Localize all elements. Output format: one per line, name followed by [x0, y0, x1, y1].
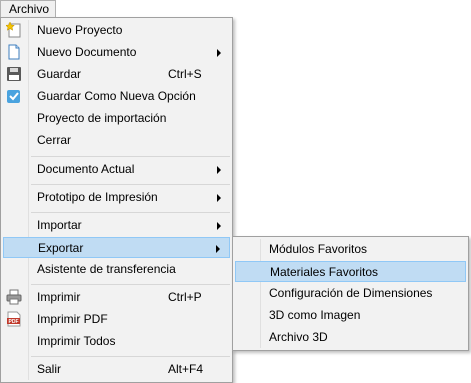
- menu-item-nuevo-proyecto[interactable]: Nuevo Proyecto: [3, 20, 230, 41]
- label-guardar-como: Guardar Como Nueva Opción: [37, 89, 196, 103]
- submenu-arrow-icon: [217, 194, 221, 202]
- pdf-icon: PDF: [7, 311, 21, 327]
- menu-separator: [31, 356, 230, 357]
- menu-item-importar[interactable]: Importar: [3, 215, 230, 236]
- label-asistente: Asistente de transferencia: [37, 262, 176, 276]
- label-imprimir-todos: Imprimir Todos: [37, 334, 116, 348]
- submenu-item-archivo-3d[interactable]: Archivo 3D: [235, 327, 466, 348]
- menu-item-nuevo-documento[interactable]: Nuevo Documento: [3, 42, 230, 63]
- new-project-star-icon: [6, 22, 21, 38]
- label-salir: Salir: [37, 362, 62, 376]
- label-imprimir: Imprimir: [37, 290, 81, 304]
- menu-bar: Archivo: [0, 0, 471, 18]
- menu-item-guardar[interactable]: Guardar Ctrl+S: [3, 64, 230, 85]
- label-configuracion-dimensiones: Configuración de Dimensiones: [269, 286, 433, 300]
- menu-item-documento-actual[interactable]: Documento Actual: [3, 159, 230, 180]
- label-proyecto-importacion: Proyecto de importación: [37, 111, 167, 125]
- submenu-item-materiales-favoritos[interactable]: Materiales Favoritos: [235, 261, 466, 282]
- shortcut-guardar: Ctrl+S: [168, 67, 202, 81]
- menu-item-salir[interactable]: Salir Alt+F4: [3, 359, 230, 380]
- shortcut-imprimir: Ctrl+P: [168, 290, 202, 304]
- menu-separator: [31, 212, 230, 213]
- menu-item-proyecto-importacion[interactable]: Proyecto de importación: [3, 108, 230, 129]
- label-guardar: Guardar: [37, 67, 82, 81]
- menu-item-imprimir-pdf[interactable]: PDF Imprimir PDF: [3, 309, 230, 330]
- submenu-item-configuracion-dimensiones[interactable]: Configuración de Dimensiones: [235, 283, 466, 304]
- menu-item-prototipo-impresion[interactable]: Prototipo de Impresión: [3, 187, 230, 208]
- submenu-arrow-icon: [217, 49, 221, 57]
- label-archivo-3d: Archivo 3D: [269, 330, 328, 344]
- floppy-disk-icon: [7, 67, 21, 81]
- submenu-arrow-icon: [216, 245, 220, 253]
- label-3d-imagen: 3D como Imagen: [269, 308, 361, 322]
- menu-separator: [31, 284, 230, 285]
- menu-item-exportar[interactable]: Exportar: [3, 237, 230, 258]
- shortcut-salir: Alt+F4: [168, 362, 204, 376]
- submenu-item-3d-imagen[interactable]: 3D como Imagen: [235, 305, 466, 326]
- label-prototipo-impresion: Prototipo de Impresión: [37, 190, 158, 204]
- save-as-check-icon: [7, 90, 20, 103]
- submenu-arrow-icon: [217, 222, 221, 230]
- menu-separator: [31, 156, 230, 157]
- menu-archivo[interactable]: Archivo: [0, 0, 56, 18]
- submenu-arrow-icon: [217, 166, 221, 174]
- menu-separator: [31, 184, 230, 185]
- label-nuevo-proyecto: Nuevo Proyecto: [37, 23, 123, 37]
- new-document-icon: [8, 44, 20, 60]
- menu-item-imprimir-todos[interactable]: Imprimir Todos: [3, 331, 230, 352]
- printer-icon: [6, 289, 22, 305]
- label-materiales-favoritos: Materiales Favoritos: [270, 265, 379, 279]
- label-importar: Importar: [37, 218, 82, 232]
- submenu-item-modulos-favoritos[interactable]: Módulos Favoritos: [235, 239, 466, 260]
- label-cerrar: Cerrar: [37, 133, 72, 147]
- archivo-menu: Nuevo Proyecto Nuevo Documento Guardar C…: [0, 17, 233, 383]
- menu-item-imprimir[interactable]: Imprimir Ctrl+P: [3, 287, 230, 308]
- label-modulos-favoritos: Módulos Favoritos: [269, 242, 368, 256]
- svg-text:PDF: PDF: [9, 319, 19, 325]
- label-exportar: Exportar: [38, 241, 84, 255]
- label-documento-actual: Documento Actual: [37, 162, 135, 176]
- menu-item-guardar-como[interactable]: Guardar Como Nueva Opción: [3, 86, 230, 107]
- menu-item-cerrar[interactable]: Cerrar: [3, 130, 230, 151]
- label-imprimir-pdf: Imprimir PDF: [37, 312, 108, 326]
- menu-item-asistente[interactable]: Asistente de transferencia: [3, 259, 230, 280]
- label-nuevo-documento: Nuevo Documento: [37, 45, 137, 59]
- exportar-submenu: Módulos Favoritos Materiales Favoritos C…: [232, 236, 469, 351]
